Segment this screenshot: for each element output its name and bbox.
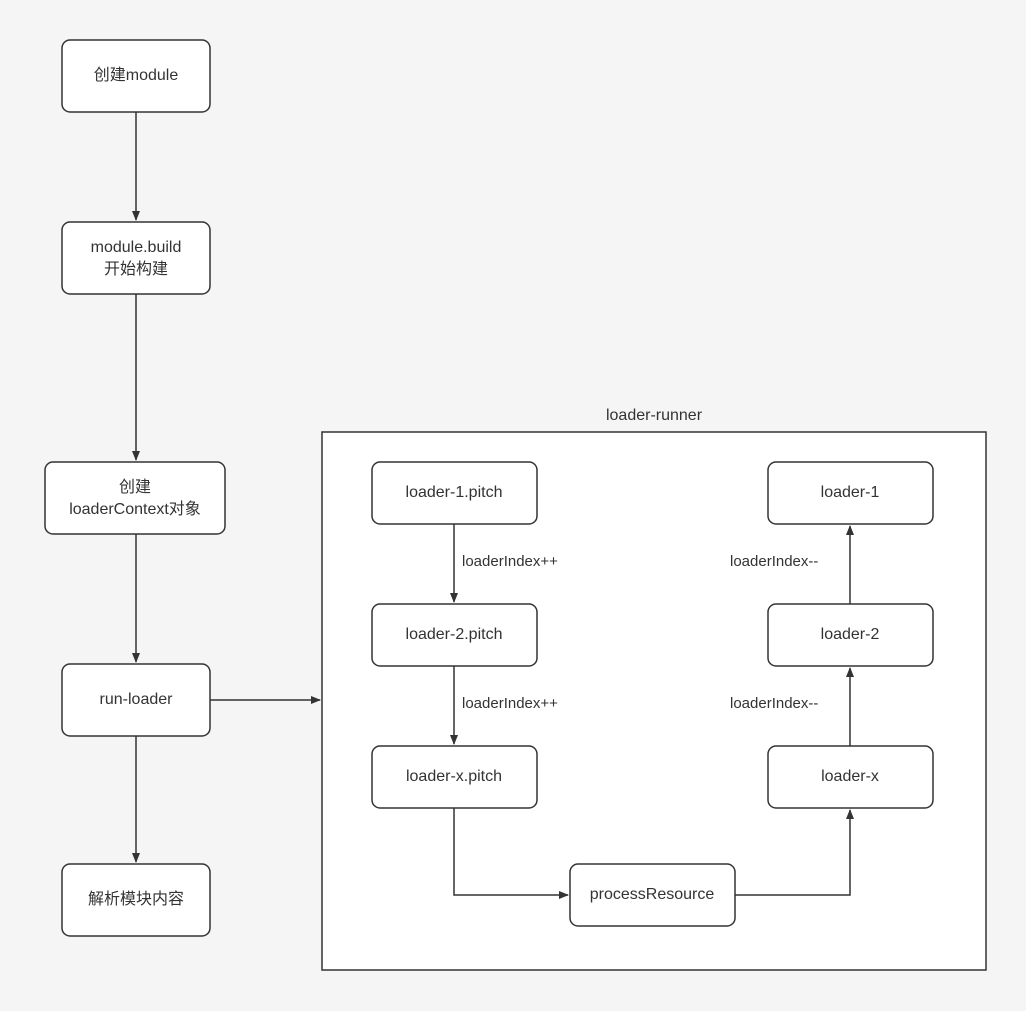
node-label-line1: module.build <box>91 239 182 256</box>
edge-label: loaderIndex++ <box>462 553 558 570</box>
node-create-module: 创建module <box>62 40 210 112</box>
node-parse-module-content: 解析模块内容 <box>62 864 210 936</box>
node-label: processResource <box>590 886 715 903</box>
edge-label: loaderIndex++ <box>462 695 558 712</box>
node-loader-1-pitch: loader-1.pitch <box>372 462 537 524</box>
edge-label: loaderIndex-- <box>730 695 818 712</box>
node-create-loader-context: 创建 loaderContext对象 <box>45 462 225 534</box>
node-label: 解析模块内容 <box>88 890 184 908</box>
node-label: loader-x <box>821 768 879 785</box>
node-label: run-loader <box>100 691 174 708</box>
node-label-line2: loaderContext对象 <box>69 500 201 518</box>
node-label: loader-1 <box>821 484 880 501</box>
node-label: loader-2.pitch <box>406 626 503 643</box>
node-process-resource: processResource <box>570 864 735 926</box>
node-label: loader-x.pitch <box>406 768 502 785</box>
node-run-loader: run-loader <box>62 664 210 736</box>
node-loader-x-pitch: loader-x.pitch <box>372 746 537 808</box>
node-label: loader-2 <box>821 626 880 643</box>
node-loader-1: loader-1 <box>768 462 933 524</box>
edge-label: loaderIndex-- <box>730 553 818 570</box>
node-loader-2: loader-2 <box>768 604 933 666</box>
node-loader-2-pitch: loader-2.pitch <box>372 604 537 666</box>
node-label: loader-1.pitch <box>406 484 503 501</box>
node-loader-x: loader-x <box>768 746 933 808</box>
node-label-line2: 开始构建 <box>104 260 168 278</box>
node-label-line1: 创建 <box>119 478 151 496</box>
flow-diagram: 创建module module.build 开始构建 创建 loaderCont… <box>0 0 1026 1011</box>
node-label: 创建module <box>94 66 179 84</box>
node-module-build: module.build 开始构建 <box>62 222 210 294</box>
container-title: loader-runner <box>606 407 703 424</box>
